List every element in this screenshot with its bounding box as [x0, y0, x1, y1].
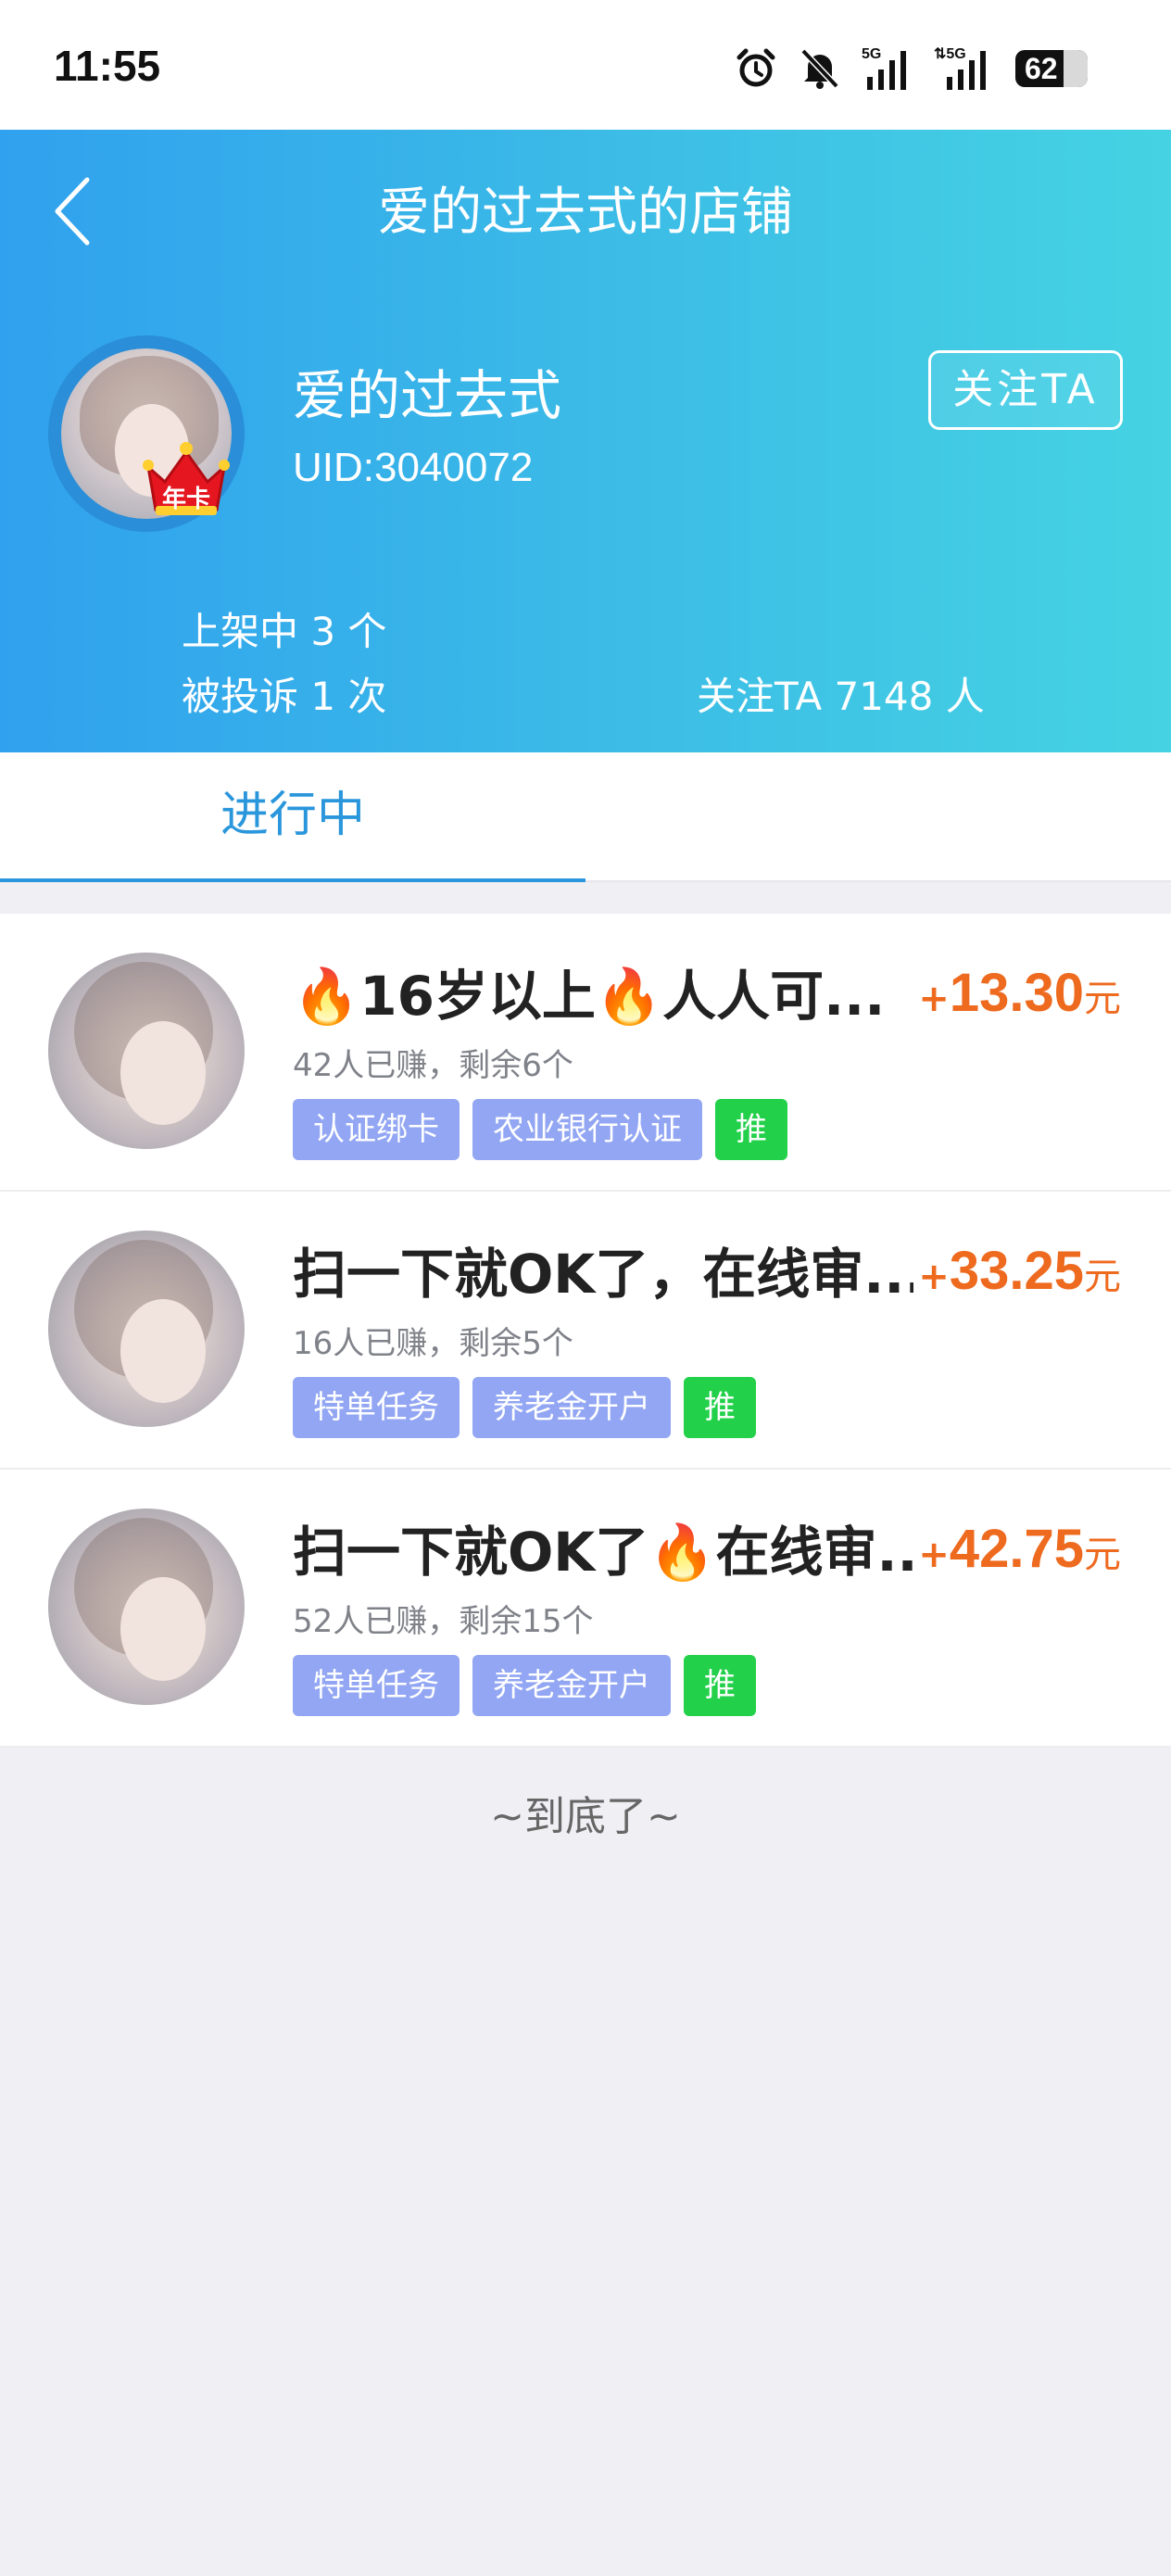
reward-amount: 33.25 — [949, 1241, 1084, 1301]
avatar — [48, 953, 245, 1149]
task-tags: 特单任务 养老金开户 推 — [293, 1377, 756, 1438]
signal-5g-icon: 5G — [862, 45, 913, 92]
reward-amount: 42.75 — [949, 1519, 1084, 1579]
mute-icon — [799, 46, 841, 91]
task-title: 扫一下就OK了，在线审... — [293, 1243, 913, 1306]
annual-card-badge: 年卡 — [143, 436, 230, 523]
reward-unit: 元 — [1084, 1534, 1121, 1576]
svg-text:⇅5G: ⇅5G — [934, 46, 966, 62]
page-title: 爱的过去式的店铺 — [378, 183, 793, 243]
task-tag: 养老金开户 — [472, 1377, 671, 1438]
reward-plus: + — [918, 1534, 950, 1576]
status-time: 11:55 — [54, 42, 161, 90]
reward-unit: 元 — [1084, 1256, 1121, 1298]
follow-button[interactable]: 关注TA — [928, 350, 1123, 430]
shop-uid: UID:3040072 — [293, 445, 534, 490]
task-tag: 特单任务 — [293, 1655, 460, 1716]
avatar — [48, 1509, 245, 1705]
task-tag: 养老金开户 — [472, 1655, 671, 1716]
complaint-count: 被投诉 1 次 — [182, 674, 387, 719]
push-badge: 推 — [715, 1099, 787, 1160]
list-end-text: ~到底了~ — [490, 1793, 681, 1840]
listed-count: 上架中 3 个 — [182, 609, 387, 654]
alarm-icon — [734, 46, 778, 91]
task-tag: 认证绑卡 — [293, 1099, 460, 1160]
task-list: 🔥16岁以上🔥人人可... +13.30元 42人已赚，剩余6个 认证绑卡 农业… — [0, 914, 1171, 1748]
task-meta: 42人已赚，剩余6个 — [293, 1047, 573, 1084]
avatar — [48, 1231, 245, 1427]
task-reward: +13.30元 — [918, 962, 1121, 1024]
push-badge: 推 — [684, 1655, 756, 1716]
task-title: 扫一下就OK了🔥在线审... — [293, 1521, 913, 1584]
task-title: 🔥16岁以上🔥人人可... — [293, 965, 886, 1028]
signal-5g-icon: ⇅5G — [934, 45, 995, 92]
task-tags: 认证绑卡 农业银行认证 推 — [293, 1099, 787, 1160]
svg-text:5G: 5G — [862, 46, 881, 62]
push-badge: 推 — [684, 1377, 756, 1438]
status-icons: 5G ⇅5G 62 — [734, 43, 1088, 95]
reward-plus: + — [918, 978, 950, 1020]
reward-amount: 13.30 — [949, 963, 1084, 1023]
tab-in-progress[interactable]: 进行中 — [0, 752, 586, 882]
shop-name: 爱的过去式 — [293, 364, 562, 427]
badge-label: 年卡 — [161, 486, 210, 513]
task-reward: +42.75元 — [918, 1518, 1121, 1580]
task-meta: 52人已赚，剩余15个 — [293, 1603, 594, 1640]
battery-icon: 62 — [1015, 50, 1088, 87]
list-item[interactable]: 扫一下就OK了🔥在线审... +42.75元 52人已赚，剩余15个 特单任务 … — [0, 1470, 1171, 1748]
status-bar: 11:55 5G ⇅5G 62 — [0, 0, 1171, 130]
task-tag: 特单任务 — [293, 1377, 460, 1438]
task-tag: 农业银行认证 — [472, 1099, 702, 1160]
list-item[interactable]: 🔥16岁以上🔥人人可... +13.30元 42人已赚，剩余6个 认证绑卡 农业… — [0, 914, 1171, 1192]
shop-header: 爱的过去式的店铺 年卡 爱的过去式 UID:3040072 关注TA 上架中 3… — [0, 130, 1171, 752]
tab-bar: 进行中 — [0, 752, 1171, 882]
follower-count: 关注TA 7148 人 — [697, 674, 985, 719]
reward-plus: + — [918, 1256, 950, 1298]
list-item[interactable]: 扫一下就OK了，在线审... +33.25元 16人已赚，剩余5个 特单任务 养… — [0, 1192, 1171, 1470]
reward-unit: 元 — [1084, 978, 1121, 1020]
battery-level: 62 — [1025, 52, 1058, 85]
task-meta: 16人已赚，剩余5个 — [293, 1325, 573, 1362]
task-tags: 特单任务 养老金开户 推 — [293, 1655, 756, 1716]
task-reward: +33.25元 — [918, 1240, 1121, 1302]
